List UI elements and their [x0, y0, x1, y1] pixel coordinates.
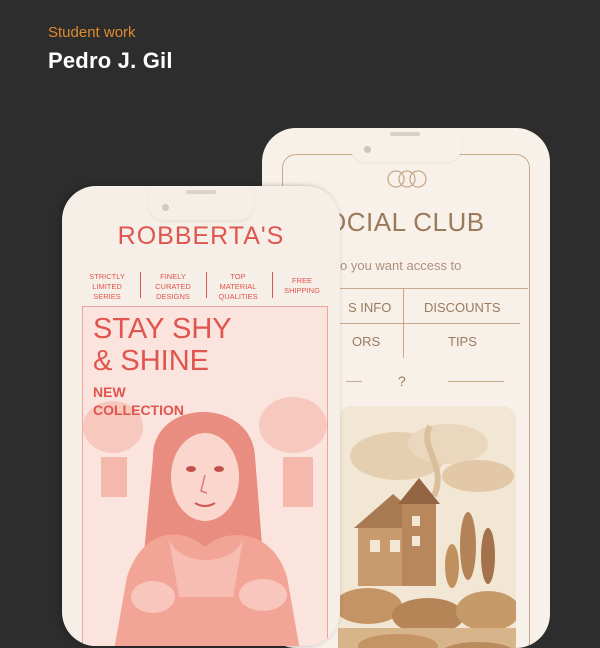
feature-material-qualities: TOP MATERIAL QUALITIES — [218, 272, 258, 301]
grid-line-vertical — [403, 288, 404, 358]
feature-free-shipping: FREE SHIPPING — [284, 276, 320, 295]
feature-divider — [272, 272, 273, 298]
hero-headline: STAY SHY & SHINE — [93, 313, 232, 377]
brand-logo[interactable]: ROBBERTA'S — [62, 222, 340, 251]
option-info[interactable]: S INFO — [348, 300, 391, 315]
question-mark: ? — [398, 373, 406, 389]
access-prompt: o you want access to — [340, 258, 462, 273]
author-name: Pedro J. Gil — [48, 48, 173, 73]
english-manor-garden-illustration — [338, 406, 516, 648]
phone-speaker — [390, 132, 420, 136]
phone-speaker — [186, 190, 216, 194]
hero-headline-line-2: & SHINE — [93, 345, 210, 377]
divider-right — [448, 381, 504, 382]
interlocked-rings-icon — [387, 170, 427, 188]
grid-line-middle — [332, 323, 520, 324]
feature-divider — [206, 272, 207, 298]
hero-headline-line-1: STAY SHY — [93, 313, 232, 345]
option-discounts[interactable]: DISCOUNTS — [424, 300, 501, 315]
new-collection-line-2: COLLECTION — [93, 402, 184, 418]
divider-left — [346, 381, 362, 382]
phone-camera — [364, 146, 371, 153]
option-ors[interactable]: ORS — [352, 334, 380, 349]
feature-curated-designs: FINELY CURATED DESIGNS — [155, 272, 191, 301]
feature-limited-series: STRICTLY LIMITED SERIES — [89, 272, 125, 301]
new-collection-line-1: NEW — [93, 384, 126, 400]
social-club-title: OCIAL CLUB — [326, 207, 485, 237]
feature-divider — [140, 272, 141, 298]
student-work-label: Student work — [48, 24, 136, 41]
new-collection-label: NEW COLLECTION — [93, 383, 184, 419]
phone-camera — [162, 204, 169, 211]
hero-banner[interactable]: STAY SHY & SHINE NEW COLLECTION — [82, 306, 328, 646]
robbertas-phone: ROBBERTA'S STRICTLY LIMITED SERIES FINEL… — [62, 186, 340, 646]
option-tips[interactable]: TIPS — [448, 334, 477, 349]
